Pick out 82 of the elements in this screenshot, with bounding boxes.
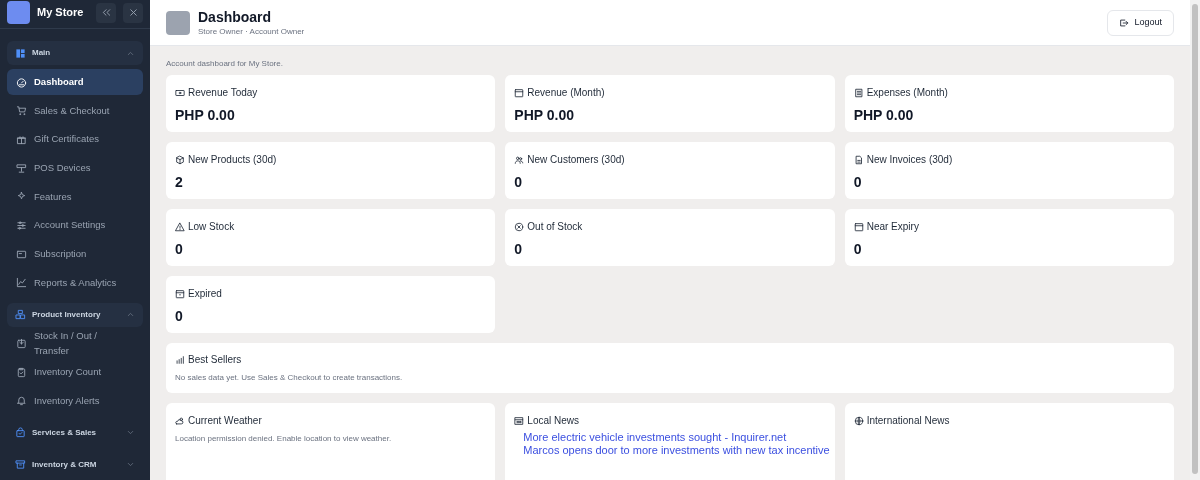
empty-message: No sales data yet. Use Sales & Checkout to create transactions. [175, 372, 404, 384]
stat-label: Revenue (Month) [527, 86, 605, 100]
nav-item[interactable]: POS Devices [7, 155, 143, 182]
logout-icon [1119, 17, 1130, 28]
globe-icon [853, 415, 864, 426]
stat-label: Near Expiry [866, 220, 919, 234]
avatar [166, 10, 190, 35]
calendar-icon [853, 221, 864, 232]
clipboard-icon [16, 366, 27, 378]
bell-icon [16, 395, 27, 407]
cart-icon [16, 105, 27, 117]
nav-item[interactable]: Gift Certificates [7, 126, 143, 153]
calendar-icon [175, 288, 185, 299]
gauge-icon [16, 76, 27, 88]
bar-chart-icon [175, 354, 185, 365]
nav-group-header[interactable]: Services & Sales [7, 420, 143, 445]
stat-value: 2 [175, 173, 184, 192]
x-circle-icon [514, 221, 525, 232]
stat-label: Revenue Today [188, 86, 258, 100]
stat-label: New Products (30d) [188, 153, 277, 167]
stat-label: Out of Stock [527, 220, 583, 234]
scrollbar[interactable] [1190, 0, 1200, 480]
page-title: Dashboard [198, 7, 273, 26]
stat-value: 0 [853, 240, 863, 259]
nav-item[interactable]: Account Settings [7, 212, 143, 239]
card-title: International News [866, 414, 950, 428]
grid-icon [15, 47, 26, 59]
status-message: Location permission denied. Enable location to view weather. [175, 433, 393, 445]
logout-button[interactable]: Logout [1107, 9, 1174, 36]
package-icon [175, 154, 185, 165]
card-title: Local News [527, 414, 580, 428]
document-icon [853, 154, 864, 165]
intro-text: Account dashboard for My Store. [166, 58, 284, 70]
terminal-icon [16, 162, 27, 174]
archive-icon [15, 459, 26, 471]
card-title: Current Weather [188, 414, 262, 428]
stat-value: 0 [514, 240, 524, 259]
nav-group-header[interactable]: Inventory & CRM [7, 452, 143, 477]
stat-label: New Customers (30d) [527, 153, 625, 167]
money-icon [175, 87, 185, 98]
store-name: My Store [37, 5, 85, 21]
nav-item[interactable]: Inventory Alerts [7, 387, 143, 414]
stat-value: 0 [175, 307, 184, 326]
warning-icon [175, 221, 185, 232]
store-logo [7, 1, 30, 24]
stat-value: 0 [175, 240, 184, 259]
stat-label: Expenses (Month) [866, 86, 948, 100]
close-icon [127, 7, 139, 18]
nav-item[interactable]: Dashboard [7, 69, 143, 95]
nav-item[interactable]: Subscription [7, 241, 143, 268]
chevron-up-icon [126, 310, 135, 319]
calendar-icon [514, 87, 525, 98]
receipt-icon [853, 87, 864, 98]
nav-group-header[interactable]: Main [7, 41, 143, 65]
boxes-icon [15, 309, 26, 320]
gift-icon [16, 133, 27, 145]
news-link[interactable]: More electric vehicle investments sought - Inquirer.net [523, 431, 826, 444]
stat-value: 0 [853, 173, 863, 192]
card-icon [16, 248, 27, 260]
stat-value: 0 [514, 173, 524, 192]
double-chevron-left-icon [100, 7, 112, 18]
nav-item[interactable]: Inventory Count [7, 359, 143, 386]
nav-group-header[interactable]: Product Inventory [7, 302, 143, 327]
shopping-bag-icon [15, 427, 26, 439]
line-chart-icon [16, 277, 27, 289]
nav-item[interactable]: Stock In / Out / Transfer [7, 330, 143, 357]
nav-item[interactable]: Features [7, 183, 143, 210]
nav-item[interactable]: Reports & Analytics [7, 269, 143, 296]
stat-label: New Invoices (30d) [866, 153, 953, 167]
collapse-sidebar-button[interactable] [96, 2, 116, 23]
nav-item[interactable]: Sales & Checkout [7, 97, 143, 124]
sliders-icon [16, 219, 27, 231]
page-subtitle: Store Owner · Account Owner [198, 25, 306, 38]
close-button[interactable] [123, 2, 143, 23]
newspaper-icon [514, 415, 525, 426]
stat-value: PHP 0.00 [514, 106, 575, 125]
stat-label: Expired [188, 287, 222, 301]
stat-label: Low Stock [188, 220, 235, 234]
download-tray-icon [16, 338, 27, 349]
stat-value: PHP 0.00 [175, 106, 236, 125]
card-title: Best Sellers [188, 353, 242, 367]
stat-value: PHP 0.00 [853, 106, 915, 125]
